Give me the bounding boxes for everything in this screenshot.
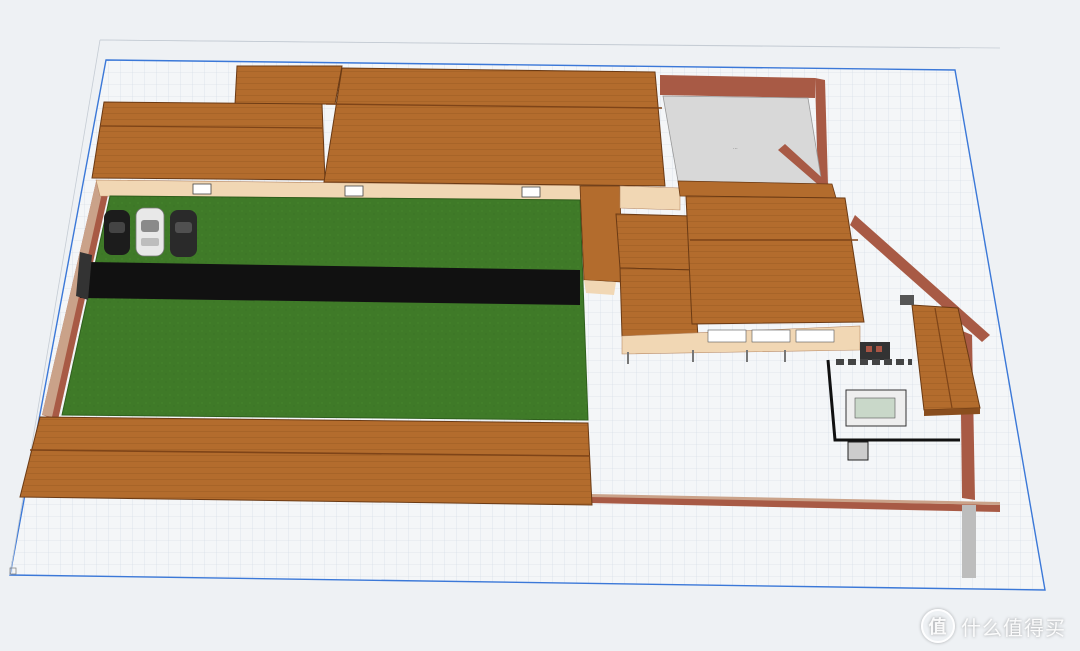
watermark-logo-icon: 值: [921, 609, 955, 643]
svg-text:···: ···: [733, 146, 738, 152]
roof-main-hall: [323, 67, 666, 187]
roof-front-hall: [19, 416, 593, 506]
east-building: [615, 180, 865, 364]
watermark: 值 什么值得买: [921, 609, 1066, 643]
courtyard-model-render: ···: [9, 39, 1046, 591]
roof-back-left: [91, 101, 326, 181]
car-black-left: [104, 210, 130, 255]
roof-back-left-upper: [234, 65, 343, 105]
car-black-right: [170, 210, 197, 257]
watermark-text: 什么值得买: [961, 615, 1066, 640]
parked-cars: [104, 207, 197, 257]
back-court: ···: [662, 95, 830, 188]
car-white: [135, 207, 165, 257]
side-corridor: [579, 185, 623, 295]
